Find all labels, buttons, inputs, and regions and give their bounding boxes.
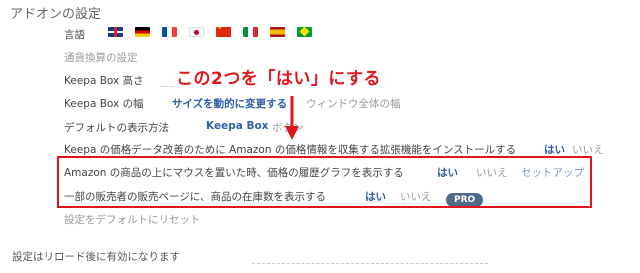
de-flag-icon[interactable] xyxy=(135,27,150,37)
br-flag-icon[interactable] xyxy=(297,27,312,37)
box-height-label: Keepa Box 高さ xyxy=(64,75,144,87)
extension-label: Keepa の価格データ改善のために Amazon の価格情報を収集する拡張機能… xyxy=(64,144,517,156)
box-height-input[interactable] xyxy=(160,86,174,87)
reset-defaults-link[interactable]: 設定をデフォルトにリセット xyxy=(64,212,201,227)
jp-flag-icon[interactable] xyxy=(189,27,204,37)
annotation-text: この2つを「はい」にする xyxy=(176,69,381,89)
currency-setting-link[interactable]: 通貨換算の設定 xyxy=(64,50,138,65)
highlight-box xyxy=(57,156,592,208)
language-label: 言語 xyxy=(64,29,85,41)
box-width-auto-option[interactable]: サイズを動的に変更する xyxy=(172,96,287,111)
extension-yes-option[interactable]: はい xyxy=(544,142,565,157)
footer-note: 設定はリロード後に有効になります xyxy=(12,251,180,263)
cn-flag-icon[interactable] xyxy=(216,27,231,37)
box-width-full-option[interactable]: ウィンドウ全体の幅 xyxy=(306,96,401,111)
fr-flag-icon[interactable] xyxy=(162,27,177,37)
extension-no-option[interactable]: いいえ xyxy=(572,142,604,157)
section-title: アドオンの設定 xyxy=(10,7,102,22)
default-view-box-option[interactable]: Keepa Box xyxy=(206,120,268,132)
uk-flag-icon[interactable] xyxy=(108,27,123,37)
language-flags xyxy=(108,27,312,37)
es-flag-icon[interactable] xyxy=(270,27,285,37)
annotation-arrow-icon xyxy=(285,96,299,140)
default-view-label: デフォルトの表示方法 xyxy=(64,122,169,134)
divider xyxy=(252,263,488,264)
box-width-label: Keepa Box の幅 xyxy=(64,98,144,110)
it-flag-icon[interactable] xyxy=(243,27,258,37)
